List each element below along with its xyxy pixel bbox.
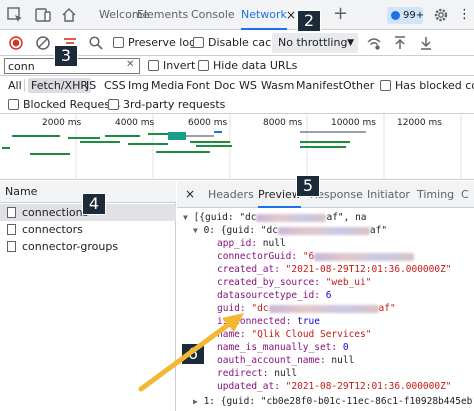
request-row-connector-groups[interactable]: connector-groups [0, 238, 176, 255]
tab-headers[interactable]: Headers [208, 181, 254, 208]
clear-icon[interactable] [35, 35, 51, 51]
json-name: name: "Qlik Cloud Services" [217, 329, 372, 340]
expand-triangle-icon[interactable]: ▼ [193, 226, 198, 235]
more-options-icon[interactable]: ⋮ [458, 0, 471, 30]
expand-triangle-icon[interactable]: ▶ [193, 397, 198, 406]
json-is-connected: is_connected: true [217, 316, 320, 327]
devtools-tabbar: Welcome Elements Console Network × + 99+… [0, 0, 474, 30]
type-fetch-xhr[interactable]: Fetch/XHR [28, 78, 91, 93]
request-details-pane: × Headers Preview Response Initiator Tim… [177, 181, 474, 411]
tick-label-4000: 4000 ms [115, 118, 155, 128]
invert-label: Invert [163, 59, 196, 72]
overview-timeline: 2000 ms 4000 ms 6000 ms 8000 ms 10000 ms… [2, 114, 462, 180]
blocked-requests-checkbox[interactable] [8, 99, 19, 110]
close-details-icon[interactable]: × [185, 181, 195, 208]
tab-cookies[interactable]: C [461, 181, 469, 208]
upload-icon[interactable] [392, 35, 408, 51]
add-tab-icon[interactable]: + [333, 3, 348, 24]
type-other[interactable]: Other [340, 78, 377, 93]
json-updated-at: updated_at: "2021-08-29T12:01:36.000000Z… [217, 381, 452, 392]
search-icon[interactable] [88, 35, 104, 51]
home-icon[interactable] [60, 6, 78, 24]
expand-triangle-icon[interactable]: ▼ [183, 213, 188, 222]
json-name-is-manually-set: name_is_manually_set: 0 [217, 342, 349, 353]
tab-elements[interactable]: Elements [137, 0, 188, 30]
record-icon[interactable] [8, 35, 24, 51]
hide-data-urls-checkbox[interactable] [198, 60, 209, 71]
json-oauth-account-name: oauth_account_name: null [217, 355, 355, 366]
requests-pane: Name connections connectors connector-gr… [0, 181, 176, 411]
file-icon [7, 207, 16, 218]
json-line-array[interactable]: ▼ [{guid: "dc af", na [183, 211, 367, 224]
redacted-value [256, 213, 327, 222]
throttling-select[interactable]: No throttling ▼ [272, 33, 358, 53]
divider [24, 79, 25, 92]
file-icon [7, 241, 16, 252]
tab-preview[interactable]: Preview [258, 181, 301, 208]
issues-badge[interactable]: 99+ [387, 7, 424, 24]
callout-6: 6 [181, 343, 205, 365]
type-all[interactable]: All [5, 78, 25, 93]
redacted-value [277, 226, 370, 235]
tick-label-12000: 12000 ms [397, 118, 442, 128]
type-wasm[interactable]: Wasm [258, 78, 297, 93]
json-datasourcetype-id: datasourcetype_id: 6 [217, 290, 332, 301]
type-media[interactable]: Media [148, 78, 187, 93]
redacted-value [314, 252, 415, 261]
callout-3: 3 [54, 45, 78, 67]
tab-initiator[interactable]: Initiator [367, 181, 410, 208]
has-blocked-cookies-label: Has blocked cook [395, 79, 474, 92]
preserve-log-label: Preserve log [128, 36, 197, 49]
device-toolbar-icon[interactable] [34, 6, 52, 24]
json-line-item-0[interactable]: ▼ 0: {guid: "dc af" [193, 224, 387, 237]
type-doc[interactable]: Doc [211, 78, 238, 93]
callout-4: 4 [82, 193, 106, 215]
download-icon[interactable] [418, 35, 434, 51]
details-tabbar: × Headers Preview Response Initiator Tim… [177, 181, 474, 208]
network-overview[interactable]: 2000 ms 4000 ms 6000 ms 8000 ms 10000 ms… [0, 114, 474, 180]
tick-label-10000: 10000 ms [331, 118, 376, 128]
resource-type-filters: All Fetch/XHR JS CSS Img Media Font Doc … [0, 76, 474, 95]
json-guid: guid: "dc af" [217, 303, 396, 314]
type-manifest[interactable]: Manifest [293, 78, 346, 93]
tab-timing[interactable]: Timing [417, 181, 454, 208]
gear-icon[interactable] [432, 6, 450, 24]
request-bars [2, 131, 366, 155]
json-created-by-source: created_by_source: "web_ui" [217, 277, 372, 288]
hide-data-urls-label: Hide data URLs [213, 59, 298, 72]
third-party-label: 3rd-party requests [123, 98, 226, 111]
third-party-checkbox[interactable] [108, 99, 119, 110]
has-blocked-cookies-checkbox[interactable] [380, 80, 391, 91]
blocked-requests-label: Blocked Requests [23, 98, 121, 111]
callout-2: 2 [297, 10, 321, 32]
callout-5: 5 [296, 175, 320, 197]
tick-label-2000: 2000 ms [42, 118, 82, 128]
chevron-down-icon: ▼ [347, 38, 354, 48]
tab-network[interactable]: Network [241, 0, 287, 30]
invert-checkbox[interactable] [148, 60, 159, 71]
type-ws[interactable]: WS [236, 78, 260, 93]
file-icon [7, 224, 16, 235]
json-connector-guid: connectorGuid: "6 [217, 250, 415, 263]
close-tab-icon[interactable]: × [286, 8, 296, 22]
wifi-settings-icon[interactable] [366, 35, 382, 51]
tick-label-8000: 8000 ms [263, 118, 303, 128]
tick-label-6000: 6000 ms [188, 118, 228, 128]
clear-filter-icon[interactable]: ✕ [126, 59, 134, 70]
json-redirect: redirect: null [217, 368, 298, 379]
request-row-connectors[interactable]: connectors [0, 221, 176, 238]
json-app-id: app_id: null [217, 238, 286, 249]
blocked-requests-row: Blocked Requests 3rd-party requests [0, 95, 474, 114]
json-created-at: created_at: "2021-08-29T12:01:36.000000Z… [217, 264, 452, 275]
disable-cache-checkbox[interactable] [193, 37, 204, 48]
tab-console[interactable]: Console [191, 0, 235, 30]
inspect-element-icon[interactable] [6, 6, 24, 24]
preserve-log-checkbox[interactable] [113, 37, 124, 48]
type-js[interactable]: JS [83, 78, 99, 93]
redacted-value [268, 304, 379, 313]
json-line-item-1[interactable]: ▶ 1: {guid: "cb0e28f0-b01c-11ec-86c1-f10… [193, 395, 474, 408]
message-icon [391, 11, 400, 20]
type-font[interactable]: Font [183, 78, 213, 93]
